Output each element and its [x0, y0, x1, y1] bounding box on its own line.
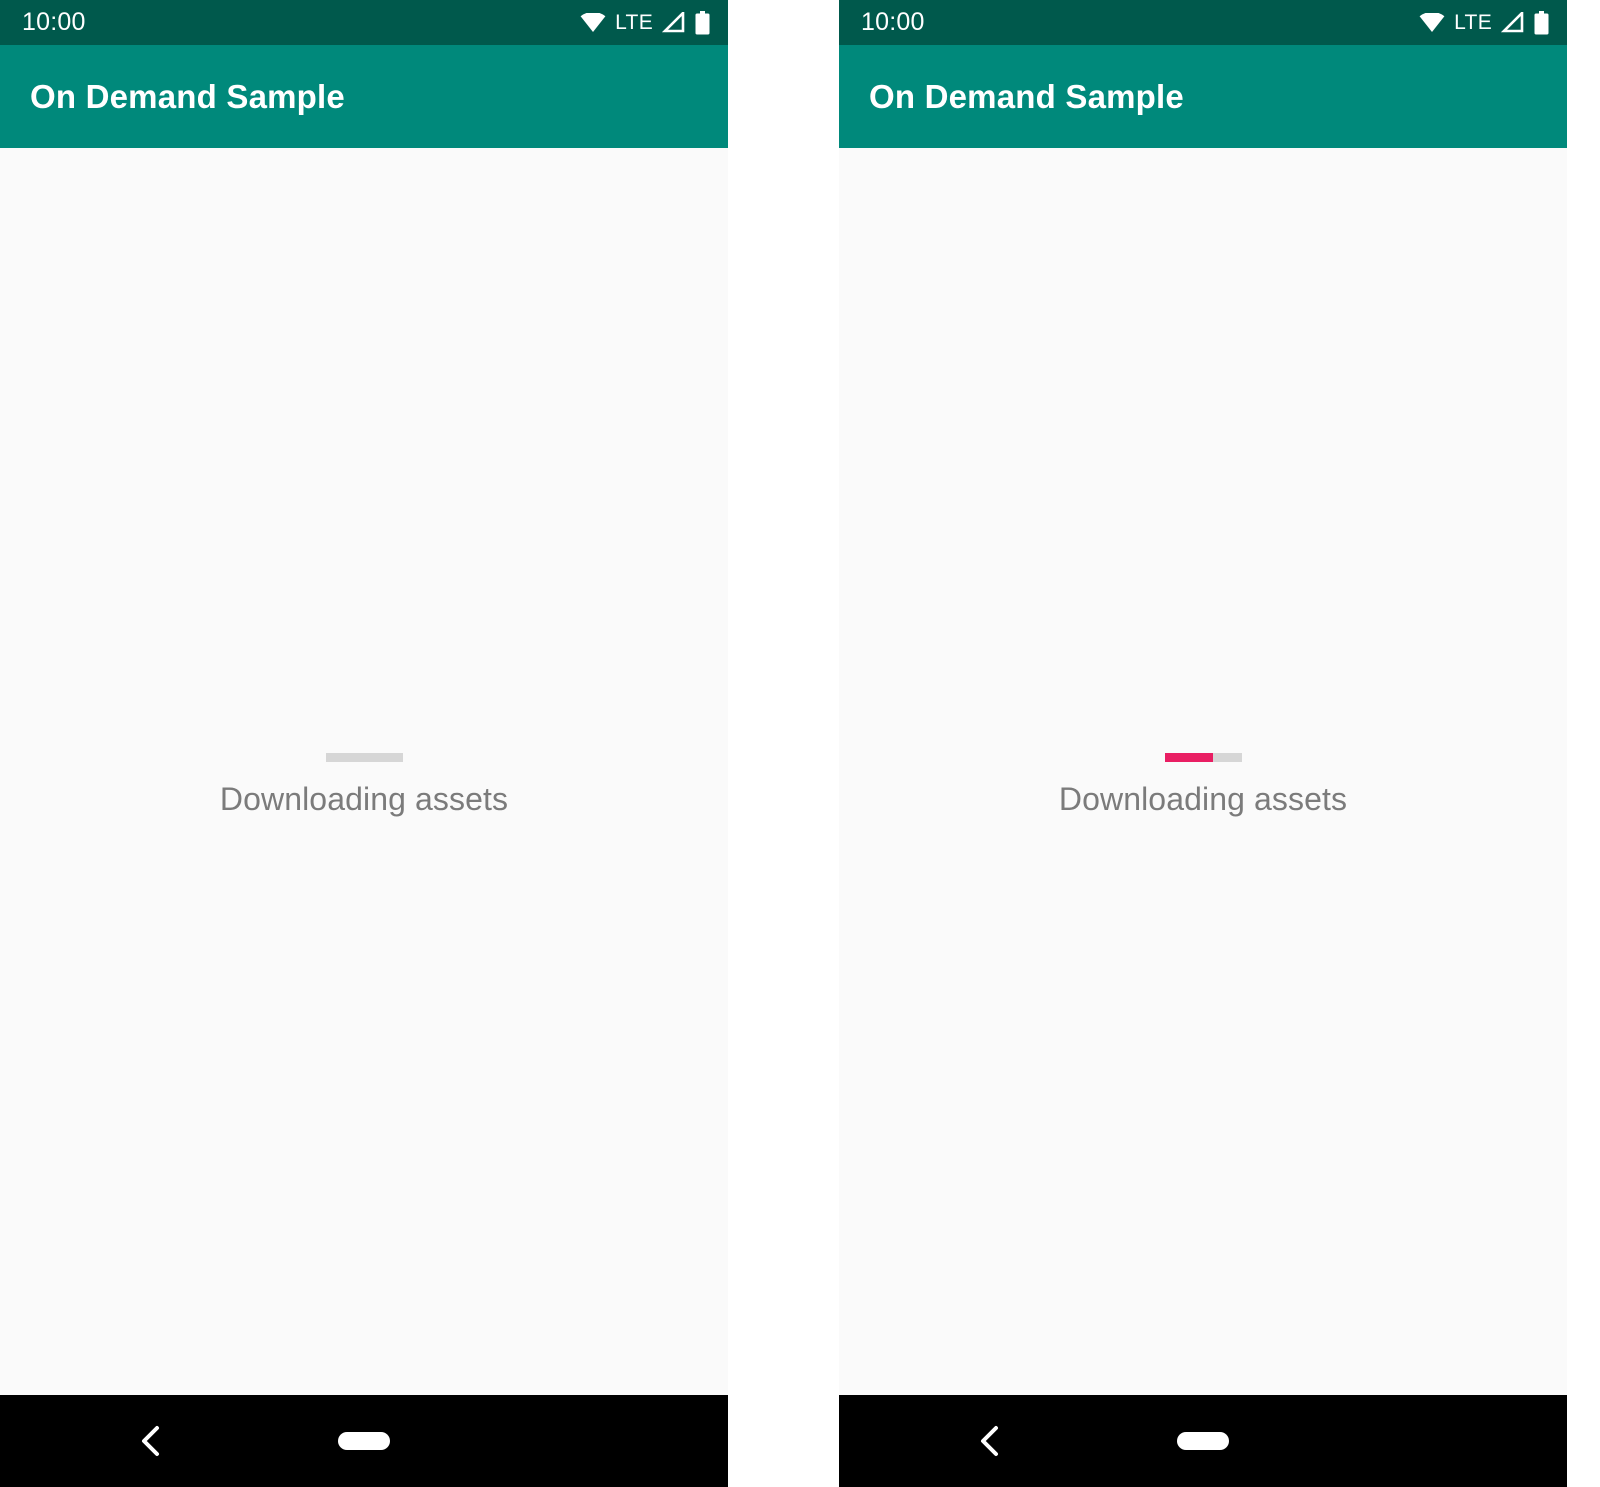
download-progress-bar [1164, 753, 1242, 762]
wifi-icon [1419, 13, 1445, 32]
phone-panel-right: 10:00 LTE On Demand Sample Downloading a… [839, 0, 1567, 1487]
cellular-signal-icon [1501, 12, 1525, 33]
download-progress-fill [1164, 753, 1213, 762]
download-status-block: Downloading assets [0, 753, 728, 818]
status-clock: 10:00 [22, 8, 86, 36]
cellular-signal-icon [662, 12, 686, 33]
lte-label: LTE [615, 11, 653, 34]
home-pill-icon[interactable] [338, 1432, 390, 1450]
app-bar-title: On Demand Sample [869, 78, 1184, 115]
panel-divider-gap [728, 0, 839, 1487]
home-pill-icon[interactable] [1177, 1432, 1229, 1450]
lte-label: LTE [1454, 11, 1492, 34]
chevron-left-icon[interactable] [976, 1424, 1006, 1458]
chevron-left-icon[interactable] [137, 1424, 167, 1458]
phone-panel-left: 10:00 LTE On Demand Sample Downloading a… [0, 0, 728, 1487]
main-content: Downloading assets [0, 148, 728, 1395]
status-icon-group: LTE [580, 10, 710, 35]
system-navigation-bar [839, 1395, 1567, 1487]
app-bar: On Demand Sample [839, 45, 1567, 148]
app-bar: On Demand Sample [0, 45, 728, 148]
main-content: Downloading assets [839, 148, 1567, 1395]
wifi-icon [580, 13, 606, 32]
status-bar: 10:00 LTE [839, 0, 1567, 45]
screenshot-stage: 10:00 LTE On Demand Sample Downloading a… [0, 0, 1600, 1487]
battery-icon [1534, 10, 1549, 35]
app-bar-title: On Demand Sample [30, 78, 345, 115]
system-navigation-bar [0, 1395, 728, 1487]
battery-icon [695, 10, 710, 35]
status-clock: 10:00 [861, 8, 925, 36]
download-status-label: Downloading assets [1058, 781, 1348, 817]
download-status-label: Downloading assets [219, 781, 509, 817]
status-icon-group: LTE [1419, 10, 1549, 35]
download-progress-bar [325, 753, 403, 762]
status-bar: 10:00 LTE [0, 0, 728, 45]
download-status-block: Downloading assets [839, 753, 1567, 818]
